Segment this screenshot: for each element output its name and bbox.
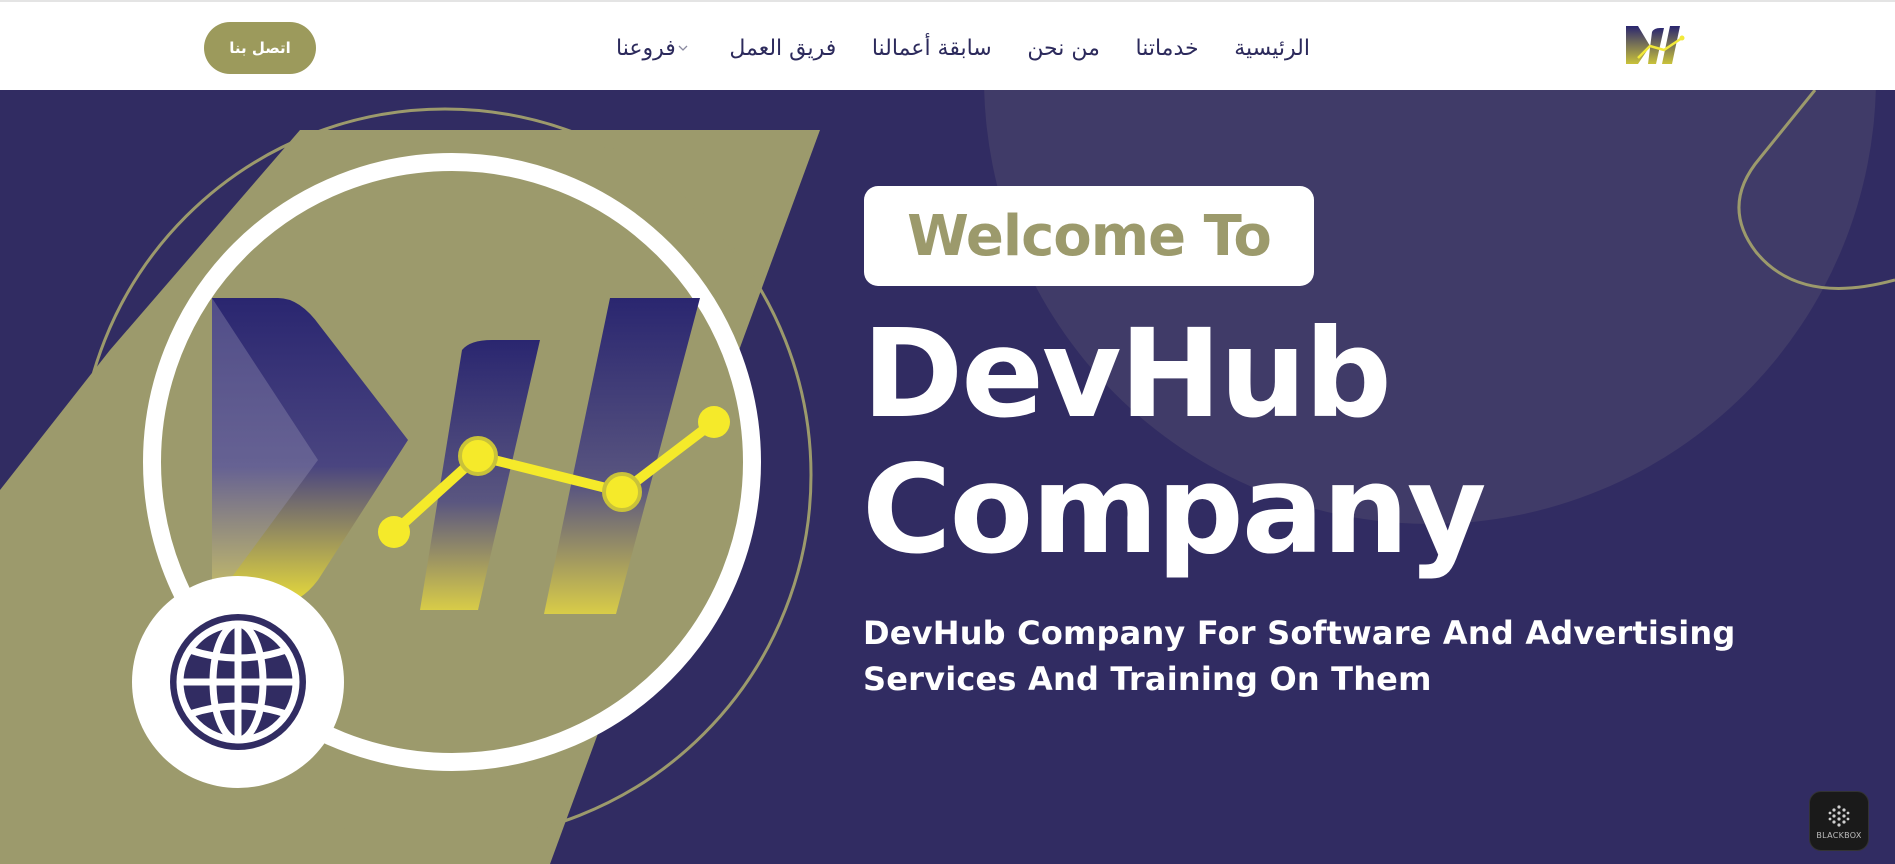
nav-item-branches[interactable]: فروعنا [616, 36, 694, 61]
nav-item-team-label: فريق العمل [729, 35, 837, 61]
globe-icon [132, 576, 344, 788]
blackbox-widget[interactable]: BLACKBOX [1809, 791, 1869, 851]
hero-title: DevHub Company [862, 306, 1642, 578]
blackbox-label: BLACKBOX [1816, 830, 1862, 840]
nav-item-services[interactable]: خدماتنا [1136, 36, 1199, 61]
nav-item-team[interactable]: فريق العمل [729, 36, 836, 61]
hero-title-line1: DevHub [862, 303, 1392, 445]
hero-subtitle-line1: DevHub Company For Software And Advertis… [863, 614, 1736, 652]
hero-title-line2: Company [862, 439, 1487, 581]
main-nav: الرئيسية خدماتنا من نحن سابقة أعمالنا فر… [616, 22, 1310, 74]
contact-us-button[interactable]: اتصل بنا [204, 22, 316, 74]
nav-item-services-label: خدماتنا [1135, 35, 1199, 61]
hero-subtitle: DevHub Company For Software And Advertis… [863, 610, 1763, 702]
nav-item-home-label: الرئيسية [1234, 35, 1310, 61]
nav-item-about-label: من نحن [1027, 35, 1100, 61]
chevron-down-icon [678, 45, 688, 51]
hero-subtitle-line2: Services And Training On Them [863, 660, 1432, 698]
welcome-badge: Welcome To [864, 186, 1314, 286]
nav-item-about[interactable]: من نحن [1027, 36, 1100, 61]
nav-item-portfolio[interactable]: سابقة أعمالنا [872, 36, 992, 61]
nav-item-portfolio-label: سابقة أعمالنا [871, 35, 992, 61]
nav-item-home[interactable]: الرئيسية [1234, 36, 1310, 61]
nav-item-branches-label: فروعنا [616, 35, 676, 61]
hero-section: Welcome To DevHub Company DevHub Company… [0, 90, 1895, 864]
welcome-text: Welcome To [907, 203, 1272, 269]
blackbox-cube-icon [1828, 804, 1850, 827]
devhub-logo-icon[interactable] [1624, 24, 1690, 68]
site-header: اتصل بنا الرئيسية خدماتنا من نحن سابقة أ… [0, 0, 1895, 90]
